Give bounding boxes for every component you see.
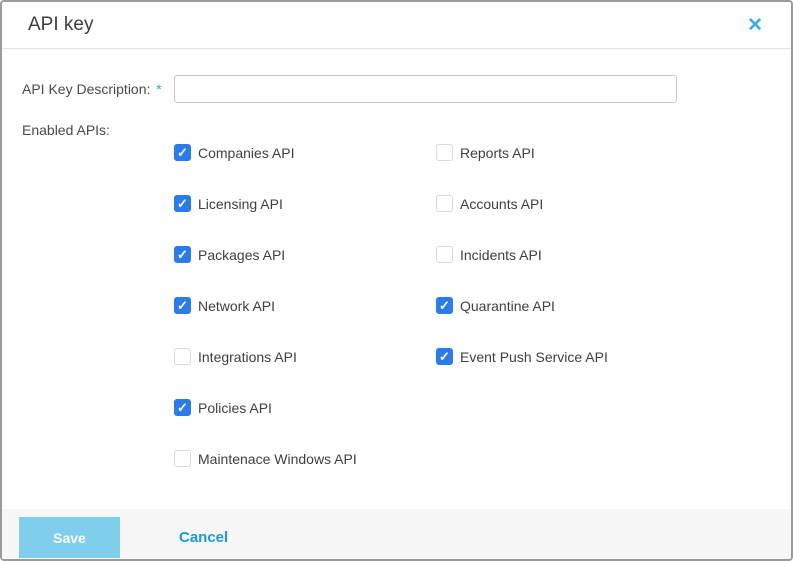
checkbox-row-packages-api[interactable]: Packages API (174, 246, 436, 263)
api-checkbox-column-left: Companies API Licensing API Packages API… (174, 144, 436, 501)
checkbox-licensing-api[interactable] (174, 195, 191, 212)
checkbox-maintenace-windows-api[interactable] (174, 450, 191, 467)
checkbox-row-integrations-api[interactable]: Integrations API (174, 348, 436, 365)
checkbox-accounts-api[interactable] (436, 195, 453, 212)
checkbox-network-api[interactable] (174, 297, 191, 314)
checkbox-integrations-api[interactable] (174, 348, 191, 365)
checkbox-companies-api[interactable] (174, 144, 191, 161)
checkbox-row-incidents-api[interactable]: Incidents API (436, 246, 698, 263)
api-key-description-input[interactable] (174, 75, 677, 103)
checkbox-label-quarantine-api[interactable]: Quarantine API (460, 298, 555, 314)
save-button[interactable]: Save (19, 517, 120, 558)
enabled-apis-label: Enabled APIs: (22, 122, 110, 138)
checkbox-row-network-api[interactable]: Network API (174, 297, 436, 314)
checkbox-label-policies-api[interactable]: Policies API (198, 400, 272, 416)
checkbox-incidents-api[interactable] (436, 246, 453, 263)
checkbox-label-packages-api[interactable]: Packages API (198, 247, 285, 263)
checkbox-label-incidents-api[interactable]: Incidents API (460, 247, 542, 263)
close-icon[interactable]: ✕ (743, 14, 767, 37)
required-marker: * (156, 81, 162, 97)
dialog-title: API key (28, 14, 94, 35)
checkbox-packages-api[interactable] (174, 246, 191, 263)
checkbox-label-maintenace-windows-api[interactable]: Maintenace Windows API (198, 451, 357, 467)
description-label: API Key Description: * (22, 81, 174, 97)
checkbox-label-accounts-api[interactable]: Accounts API (460, 196, 543, 212)
checkbox-row-event-push-service-api[interactable]: Event Push Service API (436, 348, 698, 365)
cancel-button[interactable]: Cancel (179, 529, 228, 546)
checkbox-reports-api[interactable] (436, 144, 453, 161)
description-label-text: API Key Description: (22, 81, 151, 97)
checkbox-row-maintenace-windows-api[interactable]: Maintenace Windows API (174, 450, 436, 467)
enabled-apis-section: Enabled APIs: Companies API Licensing AP… (22, 121, 771, 501)
dialog-body: API Key Description: * Enabled APIs: Com… (2, 49, 791, 509)
checkbox-row-reports-api[interactable]: Reports API (436, 144, 698, 161)
checkbox-row-licensing-api[interactable]: Licensing API (174, 195, 436, 212)
checkbox-label-reports-api[interactable]: Reports API (460, 145, 535, 161)
checkbox-label-integrations-api[interactable]: Integrations API (198, 349, 297, 365)
checkbox-label-network-api[interactable]: Network API (198, 298, 275, 314)
checkbox-event-push-service-api[interactable] (436, 348, 453, 365)
checkbox-policies-api[interactable] (174, 399, 191, 416)
checkbox-row-accounts-api[interactable]: Accounts API (436, 195, 698, 212)
api-checkbox-grid: Companies API Licensing API Packages API… (174, 121, 698, 501)
api-key-dialog: API key ✕ API Key Description: * Enabled… (0, 0, 793, 561)
checkbox-label-companies-api[interactable]: Companies API (198, 145, 295, 161)
checkbox-row-policies-api[interactable]: Policies API (174, 399, 436, 416)
description-field-row: API Key Description: * (22, 75, 771, 103)
checkbox-label-licensing-api[interactable]: Licensing API (198, 196, 283, 212)
checkbox-row-companies-api[interactable]: Companies API (174, 144, 436, 161)
checkbox-row-quarantine-api[interactable]: Quarantine API (436, 297, 698, 314)
dialog-header: API key ✕ (2, 2, 791, 49)
checkbox-quarantine-api[interactable] (436, 297, 453, 314)
checkbox-label-event-push-service-api[interactable]: Event Push Service API (460, 349, 608, 365)
dialog-footer: Save Cancel (2, 509, 791, 559)
api-checkbox-column-right: Reports API Accounts API Incidents API Q… (436, 144, 698, 501)
